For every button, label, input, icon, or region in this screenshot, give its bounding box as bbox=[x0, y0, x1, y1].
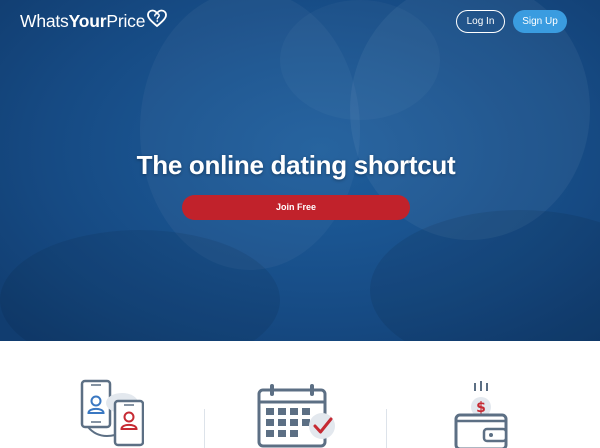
wallet-dollar-icon: $ bbox=[454, 381, 508, 448]
feature-divider bbox=[204, 409, 205, 448]
join-free-button[interactable]: Join Free bbox=[182, 195, 410, 220]
calendar-check-icon bbox=[257, 384, 335, 448]
logo-text-price: Price bbox=[106, 10, 146, 31]
site-logo[interactable]: Whats Your Price bbox=[20, 9, 168, 33]
logo-text-your: Your bbox=[68, 10, 107, 31]
hero-headline: The online dating shortcut bbox=[136, 150, 456, 180]
phones-profile-icon bbox=[80, 379, 144, 447]
signup-button[interactable]: Sign Up bbox=[513, 10, 567, 33]
login-button[interactable]: Log In bbox=[456, 10, 505, 33]
hero-section: Whats Your Price Log In Sign Up The online… bbox=[0, 0, 600, 341]
feature-divider bbox=[386, 409, 387, 448]
logo-text-whats: Whats bbox=[20, 10, 69, 31]
heart-question-icon bbox=[147, 9, 168, 28]
features-section: $ bbox=[0, 341, 600, 448]
